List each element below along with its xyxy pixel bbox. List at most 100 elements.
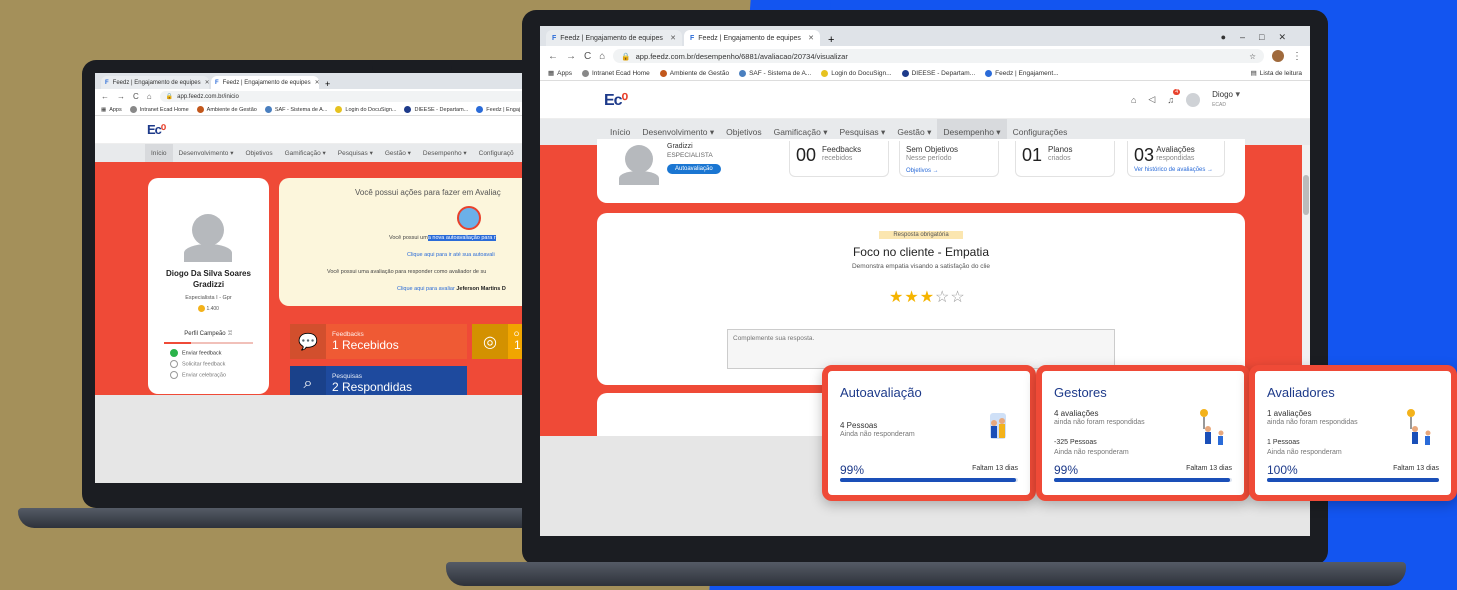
notice-text: Você possui uma avaliação para responder… [327, 269, 487, 275]
home-icon[interactable]: ⌂ [599, 51, 605, 62]
minimize-icon[interactable]: – [1240, 32, 1259, 42]
circle-icon [170, 371, 178, 379]
bookmark[interactable]: Login do DocuSign... [821, 69, 892, 77]
feedz-logo[interactable]: Ec⁰ [604, 90, 628, 110]
nav-gestao[interactable]: Gestão ▾ [891, 127, 937, 138]
nav-objetivos[interactable]: Objetivos [720, 127, 767, 137]
apps-grid-icon: ▦ [101, 106, 107, 113]
notice-title: Você possui ações para fazer em Avaliaç [355, 188, 501, 197]
nav-inicio[interactable]: Início [145, 144, 173, 162]
megaphone-icon[interactable]: ◁ [1148, 94, 1155, 105]
star-icon[interactable]: ★ [889, 289, 904, 306]
profile-avatar-icon[interactable] [1272, 50, 1284, 62]
nav-gamificacao[interactable]: Gamificação ▾ [279, 149, 332, 157]
bookmark[interactable]: Login do DocuSign... [335, 106, 396, 113]
autoavaliacao-badge[interactable]: Autoavaliação [667, 164, 721, 174]
gift-icon[interactable]: ⌂ [1131, 95, 1136, 105]
star-icon[interactable]: ☆ [935, 289, 950, 306]
user-avatar[interactable] [1186, 92, 1201, 107]
bookmark[interactable]: Intranet Ecad Home [581, 69, 650, 77]
address-bar[interactable]: 🔒 app.feedz.com.br/desempenho/6881/avalia… [613, 49, 1264, 63]
nav-desempenho[interactable]: Desempenho ▾ [417, 149, 473, 157]
browser-tab[interactable]: F Feedz | Engajamento de equipes ✕ [101, 76, 209, 89]
bookmark[interactable]: Feedz | Engaj [476, 106, 520, 113]
profile-name: Diogo Da Silva Soares Gradizzi [166, 269, 251, 289]
nav-inicio[interactable]: Início [604, 127, 636, 137]
bookmark-apps[interactable]: ▦ Apps [101, 107, 122, 113]
home-icon[interactable]: ⌂ [147, 92, 152, 101]
notice-link[interactable]: Clique aqui para ir até sua autoavali [407, 252, 495, 258]
rating-stars[interactable]: ★★★☆☆ [889, 287, 966, 307]
user-menu[interactable]: Diogo ▾ ECAD [1212, 90, 1240, 109]
nav-configuracoes[interactable]: Configurações [1007, 127, 1074, 137]
bookmark[interactable]: Ambiente de Gestão [659, 69, 729, 77]
reading-list[interactable]: ▤ Lista de leitura [1251, 69, 1302, 78]
nav-objetivos[interactable]: Objetivos [239, 150, 278, 157]
close-icon[interactable]: ✕ [808, 34, 814, 42]
progress-track [164, 342, 253, 344]
bookmark[interactable]: SAF - Sistema de A... [739, 69, 811, 77]
evaluate-link[interactable]: Clique aqui para avaliar [397, 286, 455, 292]
star-icon[interactable]: ★ [920, 289, 935, 306]
objetivos-link[interactable]: Objetivos → [906, 167, 958, 176]
nav-gamificacao[interactable]: Gamificação ▾ [768, 127, 834, 138]
checklist-item[interactable]: Enviar celebração [170, 371, 226, 379]
maximize-icon[interactable]: □ [1259, 32, 1278, 42]
close-icon[interactable]: ✕ [315, 79, 319, 86]
question-description: Demonstra empatia visando a satisfação d… [851, 263, 991, 270]
star-bookmark-icon[interactable]: ☆ [1249, 52, 1256, 61]
close-window-icon[interactable]: ✕ [1278, 32, 1300, 42]
star-icon[interactable]: ☆ [950, 289, 965, 306]
popup-title: Autoavaliação [840, 385, 922, 400]
bookmark-apps[interactable]: ▦ Apps [548, 69, 572, 78]
scrollbar-thumb[interactable] [1303, 175, 1309, 215]
checklist-item[interactable]: Enviar feedback [170, 349, 221, 357]
star-icon[interactable]: ★ [904, 289, 919, 306]
popup-autoavaliacao[interactable]: Autoavaliação 4 Pessoas Ainda não respon… [822, 365, 1036, 501]
highlighted-link[interactable]: a nova autoavaliação para r [427, 235, 496, 241]
back-icon[interactable]: ← [101, 92, 109, 101]
progress-bar [840, 478, 1018, 482]
new-tab-icon[interactable]: + [822, 34, 840, 46]
nav-desenvolvimento[interactable]: Desenvolvimento ▾ [173, 149, 240, 157]
nav-gestao[interactable]: Gestão ▾ [379, 149, 417, 157]
nav-pesquisas[interactable]: Pesquisas ▾ [833, 127, 891, 138]
nav-configuracoes[interactable]: Configuraçõ [473, 150, 520, 157]
progress-bar [1054, 478, 1232, 482]
new-tab-icon[interactable]: + [321, 79, 334, 89]
menu-icon[interactable]: ⋮ [1292, 51, 1302, 62]
history-link[interactable]: Ver histórico de avaliações → [1134, 166, 1218, 175]
forward-icon[interactable]: → [566, 51, 576, 62]
bell-icon[interactable]: ♫ 4 [1167, 88, 1181, 105]
close-icon[interactable]: ✕ [205, 79, 209, 86]
popup-avaliadores[interactable]: Avaliadores 1 avaliações ainda não foram… [1249, 365, 1457, 501]
browser-tab-active[interactable]: F Feedz | Engajamento de equipes ✕ [684, 30, 820, 46]
nav-desenvolvimento[interactable]: Desenvolvimento ▾ [636, 127, 720, 138]
nav-pesquisas[interactable]: Pesquisas ▾ [332, 149, 379, 157]
bookmark[interactable]: Feedz | Engajament... [985, 69, 1059, 77]
bookmark[interactable]: DIEESE - Departam... [404, 106, 468, 113]
bookmark[interactable]: Ambiente de Gestão [196, 106, 257, 113]
browser-tab[interactable]: F Feedz | Engajamento de equipes ✕ [546, 30, 682, 46]
feedbacks-tile[interactable]: 💬 Feedbacks 1 Recebidos [290, 324, 467, 359]
forward-icon[interactable]: → [117, 92, 125, 101]
left-screen: F Feedz | Engajamento de equipes ✕ F Feedz … [95, 73, 542, 483]
address-bar[interactable]: 🔒 app.feedz.com.br/inicio [159, 91, 536, 102]
right-laptop-base [446, 562, 1406, 586]
reload-icon[interactable]: C [133, 92, 139, 101]
bookmark[interactable]: Intranet Ecad Home [129, 106, 189, 113]
popup-title: Avaliadores [1267, 385, 1335, 400]
feedz-logo[interactable]: Ec⁰ [147, 122, 166, 138]
answer-textarea[interactable] [727, 329, 1115, 369]
browser-tab-active[interactable]: F Feedz | Engajamento de equipes ✕ [211, 76, 319, 89]
record-icon[interactable]: ● [1221, 32, 1240, 42]
stat-feedbacks: 00 Feedbacks recebidos [789, 141, 889, 177]
close-icon[interactable]: ✕ [670, 34, 676, 42]
feedz-tab-icon: F [552, 34, 557, 42]
bookmark[interactable]: DIEESE - Departam... [901, 69, 975, 77]
bookmark[interactable]: SAF - Sistema de A... [264, 106, 327, 113]
checklist-item[interactable]: Solicitar feedback [170, 360, 225, 368]
back-icon[interactable]: ← [548, 51, 558, 62]
reload-icon[interactable]: C [584, 51, 591, 62]
popup-gestores[interactable]: Gestores 4 avaliações ainda não foram re… [1036, 365, 1250, 501]
